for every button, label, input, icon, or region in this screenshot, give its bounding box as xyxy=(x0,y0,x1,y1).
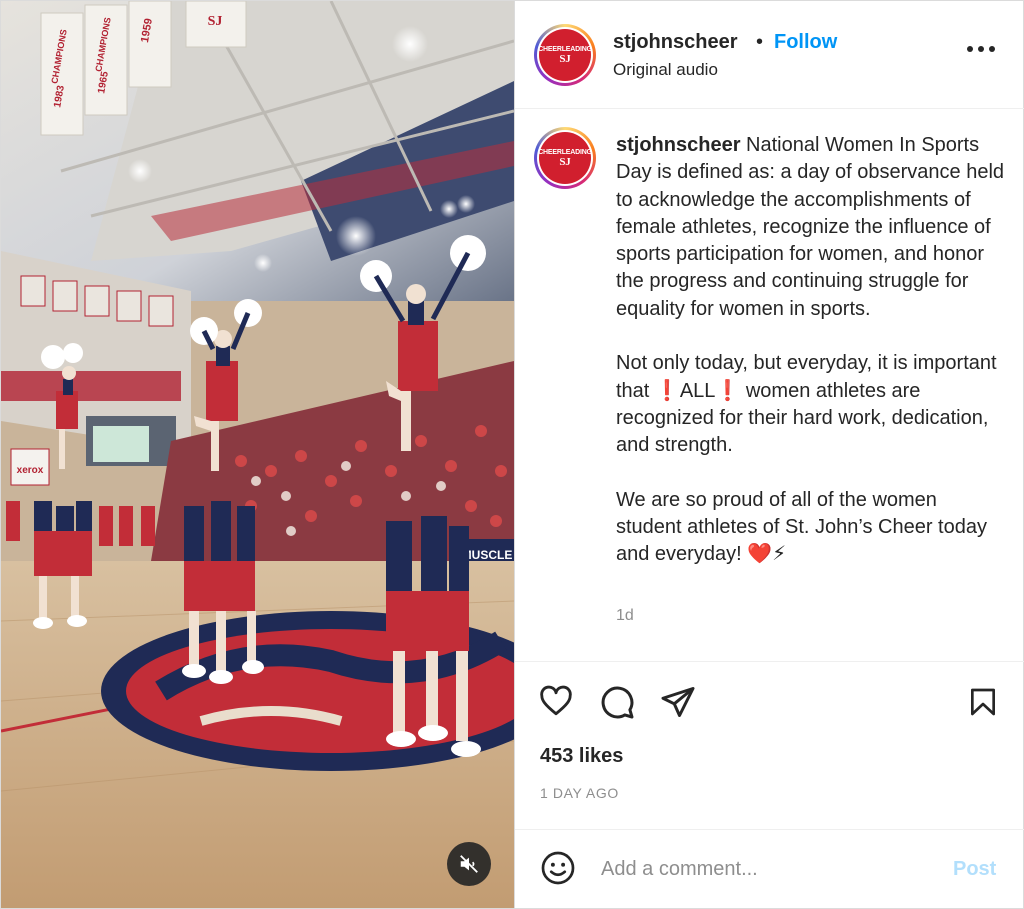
follow-button[interactable]: Follow xyxy=(774,31,837,54)
avatar-label: CHEERLEADING xyxy=(538,45,592,53)
avatar-monogram: SJ xyxy=(559,155,571,168)
share-icon[interactable] xyxy=(660,684,696,720)
avatar-monogram: SJ xyxy=(559,52,571,65)
caption-username[interactable]: stjohnscheer xyxy=(616,134,740,156)
post-video[interactable]: CHAMPIONS CHAMPIONS 1959 SJ 1983 1965 xe… xyxy=(1,1,514,908)
comment-icon[interactable] xyxy=(599,684,635,720)
heart-icon[interactable] xyxy=(538,684,574,718)
caption-divider xyxy=(515,661,1024,662)
banner-4: SJ xyxy=(208,14,223,29)
video-frame: CHAMPIONS CHAMPIONS 1959 SJ 1983 1965 xe… xyxy=(1,1,514,908)
post-comment-button[interactable]: Post xyxy=(953,858,996,881)
emoji-icon[interactable] xyxy=(540,850,576,886)
caption-avatar[interactable]: CHEERLEADING SJ xyxy=(534,127,596,189)
post-date[interactable]: 1 DAY AGO xyxy=(540,785,619,801)
caption-timestamp[interactable]: 1d xyxy=(616,607,634,625)
author-username[interactable]: stjohnscheer xyxy=(613,31,737,54)
actions-divider xyxy=(515,829,1024,830)
avatar-label: CHEERLEADING xyxy=(538,148,592,156)
caption-body: National Women In Sports Day is defined … xyxy=(616,134,1005,566)
header-divider xyxy=(515,108,1024,109)
audio-link[interactable]: Original audio xyxy=(613,60,718,80)
author-avatar[interactable]: CHEERLEADING SJ xyxy=(534,24,596,86)
ad-text: MUSCLE xyxy=(462,548,513,562)
more-options-icon[interactable] xyxy=(965,39,997,59)
caption-text: stjohnscheer National Women In Sports Da… xyxy=(616,132,1006,569)
likes-count[interactable]: 453 likes xyxy=(540,745,623,768)
header-separator: • xyxy=(756,31,764,53)
bookmark-icon[interactable] xyxy=(967,684,999,720)
post-dialog: CHAMPIONS CHAMPIONS 1959 SJ 1983 1965 xe… xyxy=(0,0,1024,909)
mute-button[interactable] xyxy=(447,842,491,886)
comment-input[interactable] xyxy=(601,853,931,885)
speaker-muted-icon xyxy=(460,855,478,873)
board-text: xerox xyxy=(17,465,44,476)
post-sidebar: CHEERLEADING SJ stjohnscheer • Follow Or… xyxy=(514,1,1024,908)
